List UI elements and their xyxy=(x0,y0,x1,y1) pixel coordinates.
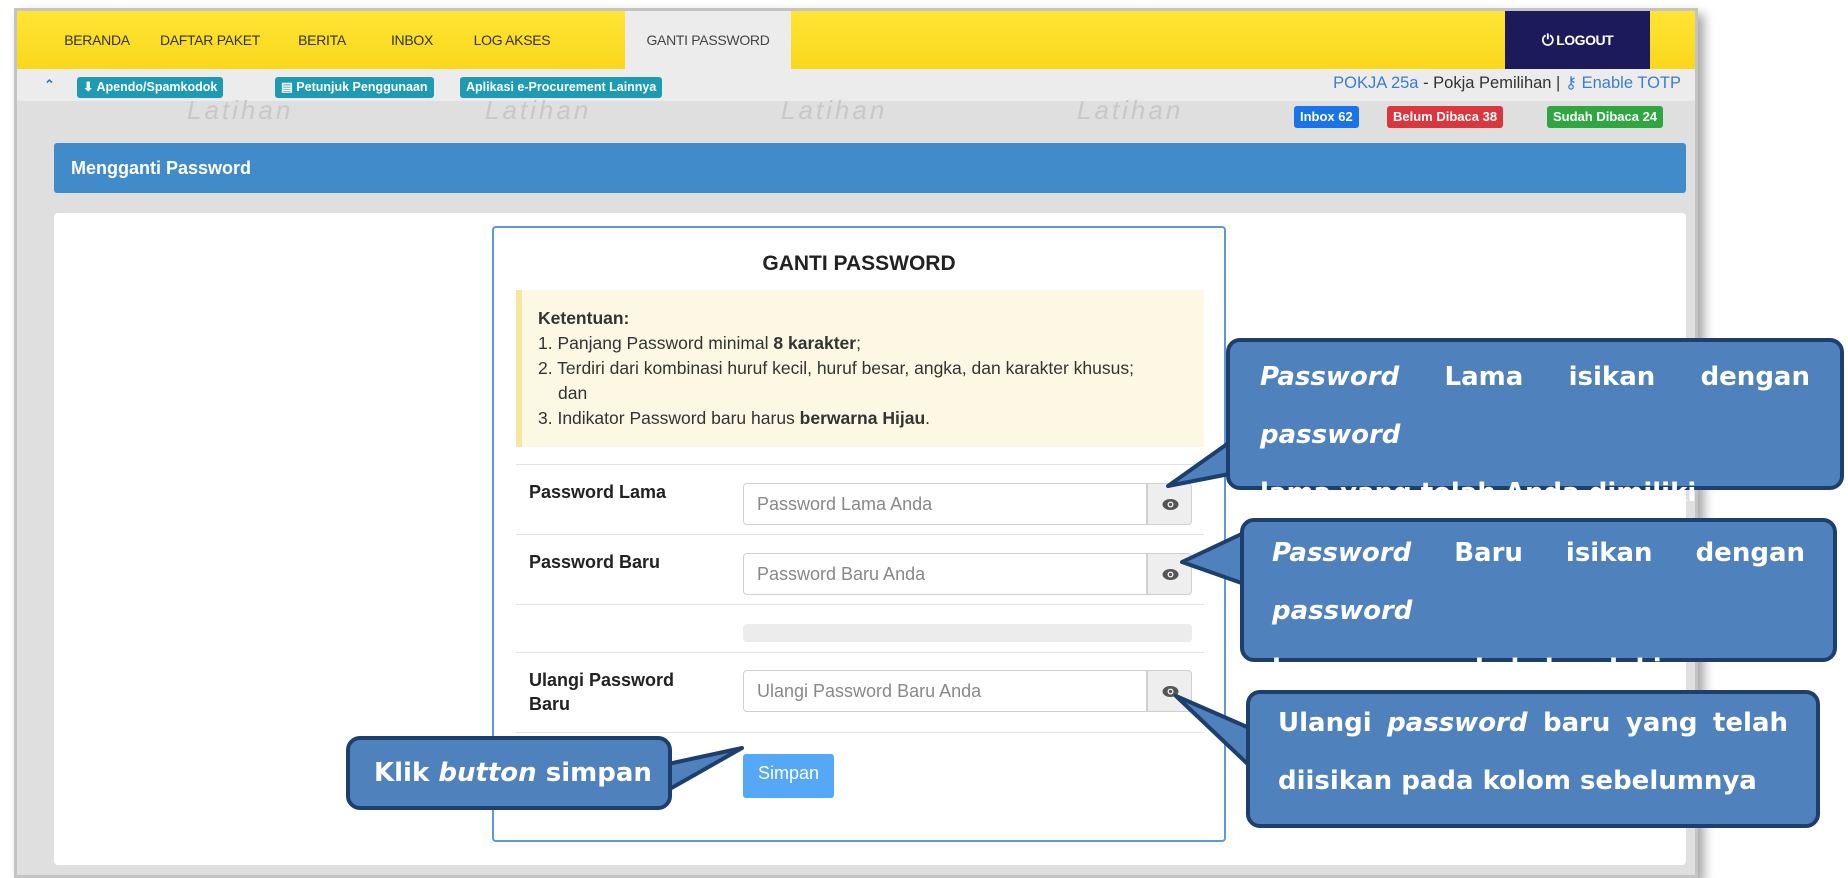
callout-save-button: Klik button simpan xyxy=(346,736,672,810)
callout-new-line1: Password Baru isikan dengan password xyxy=(1272,524,1805,640)
callout-text: Baru isikan dengan xyxy=(1411,538,1805,568)
callout-repeat-line2: diisikan pada kolom sebelumnya xyxy=(1278,766,1757,796)
callout-text: button xyxy=(438,758,537,788)
callout-text: password xyxy=(1272,596,1413,626)
callout-repeat-line1: Ulangi password baru yang telah xyxy=(1278,694,1788,752)
callout-text: password xyxy=(1387,708,1528,738)
callout-text: Ulangi xyxy=(1278,708,1388,738)
callout-text: Password xyxy=(1260,362,1400,392)
tutorial-slide: BERANDA DAFTAR PAKET BERITA INBOX LOG AK… xyxy=(0,0,1848,878)
callout-old-password: Password Lama isikan dengan password lam… xyxy=(1226,338,1844,508)
callout-new-password: Password Baru isikan dengan password bar… xyxy=(1240,518,1837,684)
callout-text: simpan xyxy=(536,758,652,788)
callout-repeat-password: Ulangi password baru yang telah diisikan… xyxy=(1246,690,1820,828)
callout-old-line2: lama yang telah Anda dimiliki xyxy=(1260,478,1697,508)
callout-text: baru yang telah xyxy=(1527,708,1788,738)
callout-text: Klik xyxy=(374,758,439,788)
callout-text: Password xyxy=(1272,538,1412,568)
callout-text: Lama isikan dengan xyxy=(1399,362,1810,392)
callout-text: password xyxy=(1260,420,1401,450)
callout-old-line1: Password Lama isikan dengan password xyxy=(1260,348,1810,464)
